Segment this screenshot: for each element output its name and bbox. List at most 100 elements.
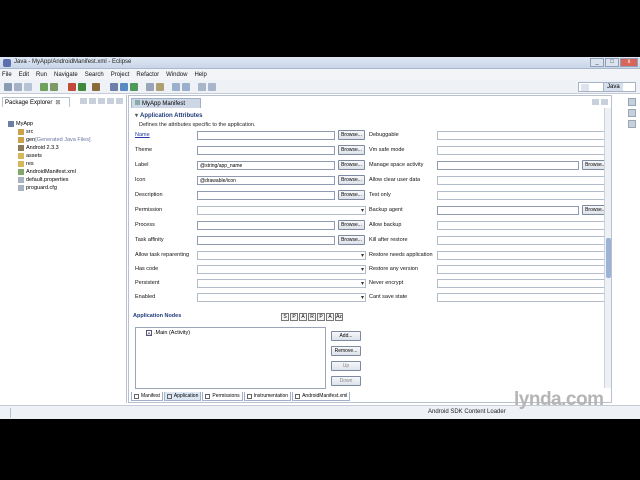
forward-icon[interactable] bbox=[208, 83, 216, 91]
perspective-switcher: Java bbox=[578, 82, 636, 92]
persistent-select[interactable] bbox=[197, 279, 366, 288]
menu-help[interactable]: Help bbox=[194, 72, 206, 78]
name-label[interactable]: Name bbox=[135, 132, 150, 138]
allow-task-reparenting-select[interactable] bbox=[197, 251, 366, 260]
description-browse-button[interactable]: Browse... bbox=[338, 190, 365, 200]
down-node-button[interactable]: Down bbox=[331, 376, 361, 386]
manage-space-activity-input[interactable] bbox=[437, 161, 579, 170]
restore-any-version-select[interactable] bbox=[437, 265, 610, 274]
close-button[interactable]: x bbox=[620, 58, 638, 67]
filter-provider-button[interactable]: P bbox=[290, 313, 298, 321]
tab-manifest[interactable]: Manifest bbox=[131, 392, 163, 401]
never-encrypt-select[interactable] bbox=[437, 279, 610, 288]
menu-file[interactable]: File bbox=[2, 72, 12, 78]
allow-backup-select[interactable] bbox=[437, 221, 610, 230]
enabled-select[interactable] bbox=[197, 293, 366, 302]
back-icon[interactable] bbox=[198, 83, 206, 91]
name-input[interactable] bbox=[197, 131, 335, 140]
menu-run[interactable]: Run bbox=[36, 72, 47, 78]
menu-navigate[interactable]: Navigate bbox=[54, 72, 78, 78]
maximize-view-icon[interactable] bbox=[601, 99, 608, 105]
application-nodes-list[interactable]: A .Main (Activity) bbox=[135, 327, 326, 389]
outline-view-icon[interactable] bbox=[628, 98, 636, 106]
menu-edit[interactable]: Edit bbox=[19, 72, 29, 78]
tab-instrumentation[interactable]: Instrumentation bbox=[243, 392, 292, 401]
restore-needs-application-select[interactable] bbox=[437, 251, 610, 260]
link-editor-icon[interactable] bbox=[89, 98, 96, 104]
task-list-icon[interactable] bbox=[628, 109, 636, 117]
new-package-icon[interactable] bbox=[120, 83, 128, 91]
cant-save-state-select[interactable] bbox=[437, 293, 610, 302]
run-icon[interactable] bbox=[78, 83, 86, 91]
backup-agent-input[interactable] bbox=[437, 206, 579, 215]
icon-input[interactable]: @drawable/icon bbox=[197, 176, 335, 185]
new-class-icon[interactable] bbox=[130, 83, 138, 91]
theme-input[interactable] bbox=[197, 146, 335, 155]
add-node-button[interactable]: Add... bbox=[331, 331, 361, 341]
collapse-all-icon[interactable] bbox=[80, 98, 87, 104]
new-java-project-icon[interactable] bbox=[110, 83, 118, 91]
menu-search[interactable]: Search bbox=[85, 72, 104, 78]
menu-window[interactable]: Window bbox=[166, 72, 187, 78]
debug-icon[interactable] bbox=[68, 83, 76, 91]
close-icon[interactable]: ⊠ bbox=[55, 100, 60, 106]
name-browse-button[interactable]: Browse... bbox=[338, 130, 365, 140]
filter-alias-button[interactable]: A bbox=[326, 313, 334, 321]
search-icon[interactable] bbox=[156, 83, 164, 91]
new-icon[interactable] bbox=[4, 83, 12, 91]
sort-az-button[interactable]: Az bbox=[335, 313, 343, 321]
tab-androidmanifest-xml[interactable]: AndroidManifest.xml bbox=[292, 392, 351, 401]
list-item[interactable]: A .Main (Activity) bbox=[146, 330, 190, 336]
filter-receiver-button[interactable]: R bbox=[308, 313, 316, 321]
label-input[interactable]: @string/app_name bbox=[197, 161, 335, 170]
tab-permissions[interactable]: Permissions bbox=[202, 392, 243, 401]
annotation-prev-icon[interactable] bbox=[182, 83, 190, 91]
filter-permission-button[interactable]: P bbox=[317, 313, 325, 321]
filter-service-button[interactable]: S bbox=[281, 313, 289, 321]
menu-project[interactable]: Project bbox=[111, 72, 130, 78]
up-node-button[interactable]: Up bbox=[331, 361, 361, 371]
minimize-view-icon[interactable] bbox=[592, 99, 599, 105]
package-explorer-tab[interactable]: Package Explorer ⊠ bbox=[2, 97, 70, 107]
view-menu-icon[interactable] bbox=[98, 98, 105, 104]
icon-browse-button[interactable]: Browse... bbox=[338, 175, 365, 185]
vm-safe-mode-select[interactable] bbox=[437, 146, 610, 155]
description-input[interactable] bbox=[197, 191, 335, 200]
external-tools-icon[interactable] bbox=[92, 83, 100, 91]
kill-after-restore-select[interactable] bbox=[437, 236, 610, 245]
minimize-view-icon[interactable] bbox=[107, 98, 114, 104]
process-input[interactable] bbox=[197, 221, 335, 230]
open-type-icon[interactable] bbox=[146, 83, 154, 91]
android-sdk-icon[interactable] bbox=[40, 83, 48, 91]
java-perspective-button[interactable]: Java bbox=[603, 83, 623, 91]
process-browse-button[interactable]: Browse... bbox=[338, 220, 365, 230]
open-perspective-icon[interactable] bbox=[581, 84, 589, 91]
annotation-next-icon[interactable] bbox=[172, 83, 180, 91]
editor-tab-manifest[interactable]: MyApp Manifest bbox=[131, 98, 201, 108]
print-icon[interactable] bbox=[24, 83, 32, 91]
test-only-select[interactable] bbox=[437, 191, 610, 200]
avd-manager-icon[interactable] bbox=[50, 83, 58, 91]
maximize-view-icon[interactable] bbox=[116, 98, 123, 104]
maximize-button[interactable]: □ bbox=[605, 58, 619, 67]
has-code-select[interactable] bbox=[197, 265, 366, 274]
editor-scrollbar[interactable] bbox=[604, 108, 611, 388]
permission-select[interactable] bbox=[197, 206, 366, 215]
task-affinity-browse-button[interactable]: Browse... bbox=[338, 235, 365, 245]
tree-item-proguard[interactable]: proguard.cfg bbox=[18, 183, 57, 192]
scrollbar-thumb[interactable] bbox=[606, 238, 611, 278]
label-browse-button[interactable]: Browse... bbox=[338, 160, 365, 170]
menu-refactor[interactable]: Refactor bbox=[136, 72, 159, 78]
remove-node-button[interactable]: Remove... bbox=[331, 346, 361, 356]
theme-browse-button[interactable]: Browse... bbox=[338, 145, 365, 155]
filter-activity-button[interactable]: A bbox=[299, 313, 307, 321]
debuggable-select[interactable] bbox=[437, 131, 610, 140]
allow-clear-user-data-select[interactable] bbox=[437, 176, 610, 185]
minimize-button[interactable]: _ bbox=[590, 58, 604, 67]
task-affinity-input[interactable] bbox=[197, 236, 335, 245]
problems-view-icon[interactable] bbox=[628, 120, 636, 128]
section-title[interactable]: Application Attributes bbox=[135, 112, 202, 119]
save-icon[interactable] bbox=[14, 83, 22, 91]
manifest-tab-icon bbox=[134, 393, 139, 399]
tab-application[interactable]: Application bbox=[163, 392, 202, 401]
